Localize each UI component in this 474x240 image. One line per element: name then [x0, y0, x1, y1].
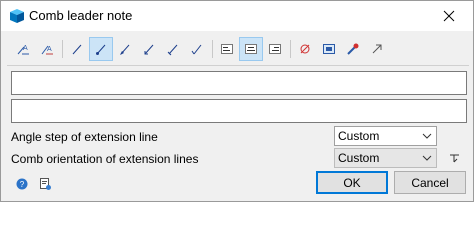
- special-symbols-icon: [347, 43, 359, 55]
- toolbar-separator: [62, 40, 63, 58]
- line-style-check-button[interactable]: [185, 37, 209, 61]
- text-align-center-icon: [245, 44, 257, 54]
- chevron-down-icon: [422, 133, 432, 139]
- line-style-filled-arrow-button[interactable]: [113, 37, 137, 61]
- text-align-right-button[interactable]: [263, 37, 287, 61]
- line-style-slash-button[interactable]: [161, 37, 185, 61]
- angle-step-dropdown[interactable]: Custom: [334, 126, 437, 146]
- close-button[interactable]: [431, 1, 467, 31]
- formatting-toolbar: A A: [7, 37, 469, 63]
- format-pointer-icon: [372, 44, 382, 54]
- note-text-line-1[interactable]: [11, 71, 467, 95]
- leader-note-text-button[interactable]: A: [11, 37, 35, 61]
- settings-button[interactable]: [37, 176, 53, 192]
- note-text-line-2[interactable]: [11, 99, 467, 123]
- text-align-left-button[interactable]: [215, 37, 239, 61]
- insert-image-icon: [323, 44, 335, 54]
- leader-note-text-icon: A: [17, 45, 29, 55]
- comb-orientation-dropdown[interactable]: Custom: [334, 148, 437, 168]
- document-settings-icon: [40, 178, 51, 190]
- ok-button[interactable]: OK: [316, 171, 388, 194]
- line-style-check-icon: [191, 44, 202, 55]
- app-icon: [9, 8, 25, 24]
- line-style-slash-icon: [167, 44, 178, 56]
- leader-note-angled-icon: A: [41, 45, 53, 55]
- text-align-right-icon: [269, 44, 281, 54]
- line-style-arrow-button[interactable]: [89, 37, 113, 61]
- pick-orientation-button[interactable]: [447, 149, 463, 165]
- comb-leader-note-dialog: Comb leader note A A Angle step of exten…: [0, 0, 474, 202]
- chevron-down-icon: [422, 155, 432, 161]
- comb-orientation-value: Custom: [338, 151, 380, 165]
- line-style-open-arrow-icon: [144, 44, 154, 55]
- line-style-plain-button[interactable]: [65, 37, 89, 61]
- angle-step-value: Custom: [338, 129, 380, 143]
- line-style-plain-icon: [72, 44, 82, 55]
- cancel-button[interactable]: Cancel: [394, 171, 466, 194]
- toolbar-separator: [212, 40, 213, 58]
- close-icon: [443, 10, 455, 22]
- line-style-filled-arrow-icon: [120, 44, 130, 55]
- title-bar: Comb leader note: [1, 1, 473, 31]
- help-icon: ?: [16, 178, 28, 190]
- pick-direction-icon: [450, 154, 459, 163]
- angle-step-label: Angle step of extension line: [11, 130, 158, 144]
- window-title: Comb leader note: [29, 8, 133, 23]
- leader-note-angled-button[interactable]: A: [35, 37, 59, 61]
- diameter-symbol-icon: [300, 44, 310, 54]
- toolbar-divider: [7, 65, 469, 66]
- text-align-left-icon: [221, 44, 233, 54]
- line-style-open-arrow-button[interactable]: [137, 37, 161, 61]
- diameter-symbol-button[interactable]: [293, 37, 317, 61]
- special-symbols-button[interactable]: [341, 37, 365, 61]
- svg-text:A: A: [47, 46, 52, 53]
- svg-text:?: ?: [20, 180, 25, 189]
- text-align-center-button[interactable]: [239, 37, 263, 61]
- help-button[interactable]: ?: [14, 176, 30, 192]
- svg-text:A: A: [23, 45, 28, 52]
- line-style-arrow-icon: [96, 44, 106, 55]
- comb-orientation-label: Comb orientation of extension lines: [11, 152, 199, 166]
- insert-image-button[interactable]: [317, 37, 341, 61]
- format-pointer-button[interactable]: [365, 37, 389, 61]
- toolbar-separator: [290, 40, 291, 58]
